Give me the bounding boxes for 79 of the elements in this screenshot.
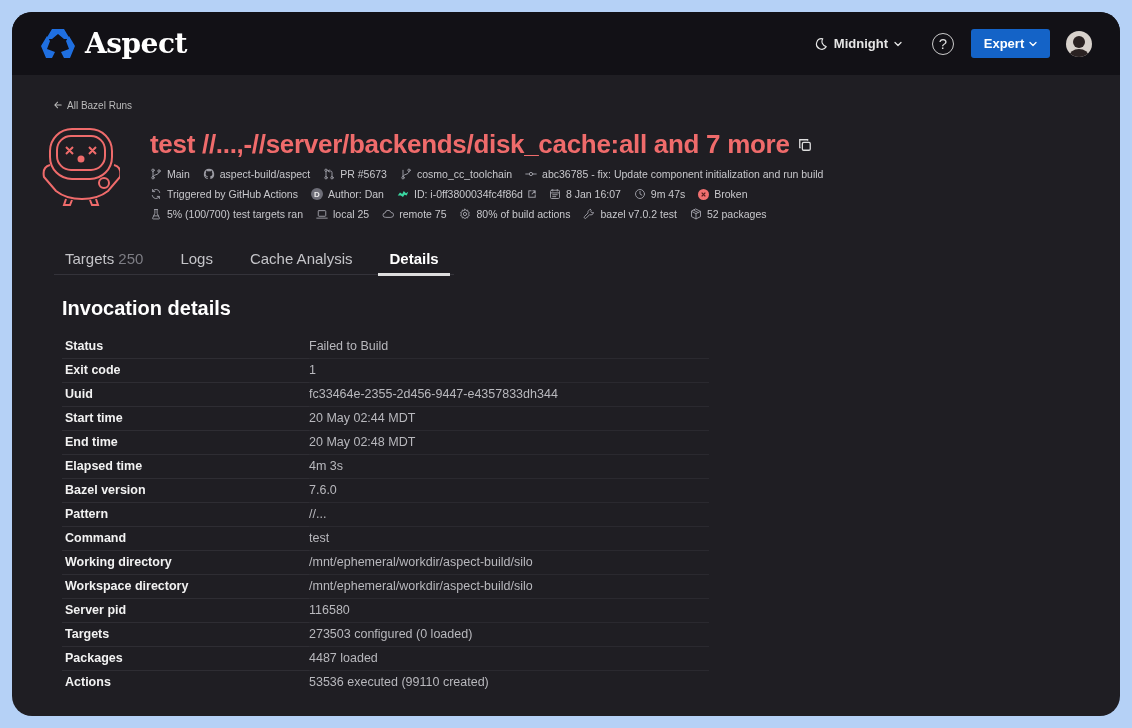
logo-text: Aspect (85, 27, 187, 60)
author-avatar: D (310, 188, 323, 200)
detail-label: Actions (64, 674, 112, 691)
tab[interactable]: Details (378, 246, 450, 276)
meta-text: 52 packages (706, 208, 767, 220)
detail-value: 273503 configured (0 loaded) (309, 621, 709, 647)
calendar-icon (548, 188, 561, 200)
detail-label: Exit code (62, 357, 309, 383)
clock-icon (633, 188, 646, 200)
detail-value: 20 May 02:44 MDT (309, 405, 709, 431)
tab[interactable]: Cache Analysis (238, 246, 364, 276)
user-avatar[interactable] (1066, 30, 1092, 57)
detail-value: 20 May 02:48 MDT (309, 429, 709, 455)
detail-value: fc33464e-2355-2d456-9447-e4357833dh344 (309, 381, 709, 407)
detail-value: /mnt/ephemeral/workdir/aspect-build/silo (309, 549, 709, 575)
moon-icon (813, 36, 828, 51)
detail-value: 4m 3s (309, 453, 709, 479)
detail-value: 53536 executed (99110 created) (309, 674, 490, 691)
detail-label: Start time (62, 405, 309, 431)
detail-label: Bazel version (62, 477, 309, 503)
theme-dropdown[interactable]: Midnight (809, 32, 906, 55)
fork-icon (399, 168, 412, 180)
tab[interactable]: Logs (169, 246, 224, 276)
meta-text[interactable]: ID: i-0ff3800034fc4f86d (413, 188, 523, 200)
detail-value: 7.6.0 (309, 477, 709, 503)
detail-value: 4487 loaded (309, 645, 709, 671)
detail-value: /mnt/ephemeral/workdir/aspect-build/silo (309, 573, 709, 599)
section-heading: Invocation details (62, 297, 232, 320)
meta-text: 8 Jan 16:07 (565, 188, 621, 200)
meta-text[interactable]: aspect-build/aspect (219, 168, 311, 180)
wrench-icon (583, 208, 596, 220)
tab[interactable]: Targets 250 (54, 246, 155, 276)
meta-text[interactable]: abc36785 - fix: Update component initialization and run build (542, 168, 824, 180)
arrow-left-icon (54, 101, 62, 109)
meta-text: Triggered by GitHub Actions (167, 188, 298, 200)
branch-icon (150, 168, 162, 180)
detail-label: End time (62, 429, 309, 455)
pull-request-icon (323, 168, 336, 180)
detail-label: Uuid (62, 381, 309, 407)
meta-text: 80% of build actions (476, 208, 571, 220)
logo-icon (40, 27, 76, 60)
detail-label: Targets (62, 621, 309, 647)
detail-value: 1 (309, 357, 709, 383)
meta-text[interactable]: PR #5673 (340, 168, 387, 180)
meta-text: Author: Dan (327, 188, 384, 200)
meta-text: cosmo_cc_toolchain (416, 168, 513, 180)
box-icon (689, 208, 702, 220)
detail-label: Status (62, 333, 309, 359)
detail-label: Packages (62, 645, 309, 671)
meta-text: local 25 (333, 208, 370, 220)
run-title: test //...,-//server/backends/disk_cache:all and 7 more (150, 129, 790, 160)
detail-value: test (309, 525, 709, 551)
detail-value: 116580 (309, 597, 709, 623)
detail-label: Pattern (62, 501, 309, 527)
copy-icon (797, 137, 812, 152)
detail-value: //... (309, 501, 709, 527)
chevron-down-icon (894, 40, 902, 47)
meta-text: remote 75 (399, 208, 447, 220)
flask-icon (150, 208, 162, 220)
chevron-down-icon (1029, 40, 1038, 47)
meta-text: Main (167, 168, 190, 180)
meta-text: bazel v7.0.2 test (600, 208, 677, 220)
detail-label: Working directory (62, 549, 309, 575)
sync-icon (150, 188, 162, 200)
detail-value: Failed to Build (309, 333, 709, 359)
github-icon (202, 168, 215, 180)
detail-label: Command (62, 525, 309, 551)
mode-dropdown[interactable]: Expert (971, 29, 1050, 58)
meta-text: Broken (714, 188, 748, 200)
external-link-icon (527, 190, 536, 198)
detail-label: Elapsed time (62, 453, 309, 479)
meta-text: 5% (100/700) test targets ran (167, 208, 303, 220)
detail-label: Server pid (62, 597, 309, 623)
meta-text: 9m 47s (650, 188, 686, 200)
gear-icon (459, 208, 472, 220)
cloud-icon (382, 208, 395, 220)
detail-label: Workspace directory (62, 573, 309, 599)
back-link[interactable]: All Bazel Runs (54, 99, 133, 111)
laptop-icon (316, 208, 328, 220)
